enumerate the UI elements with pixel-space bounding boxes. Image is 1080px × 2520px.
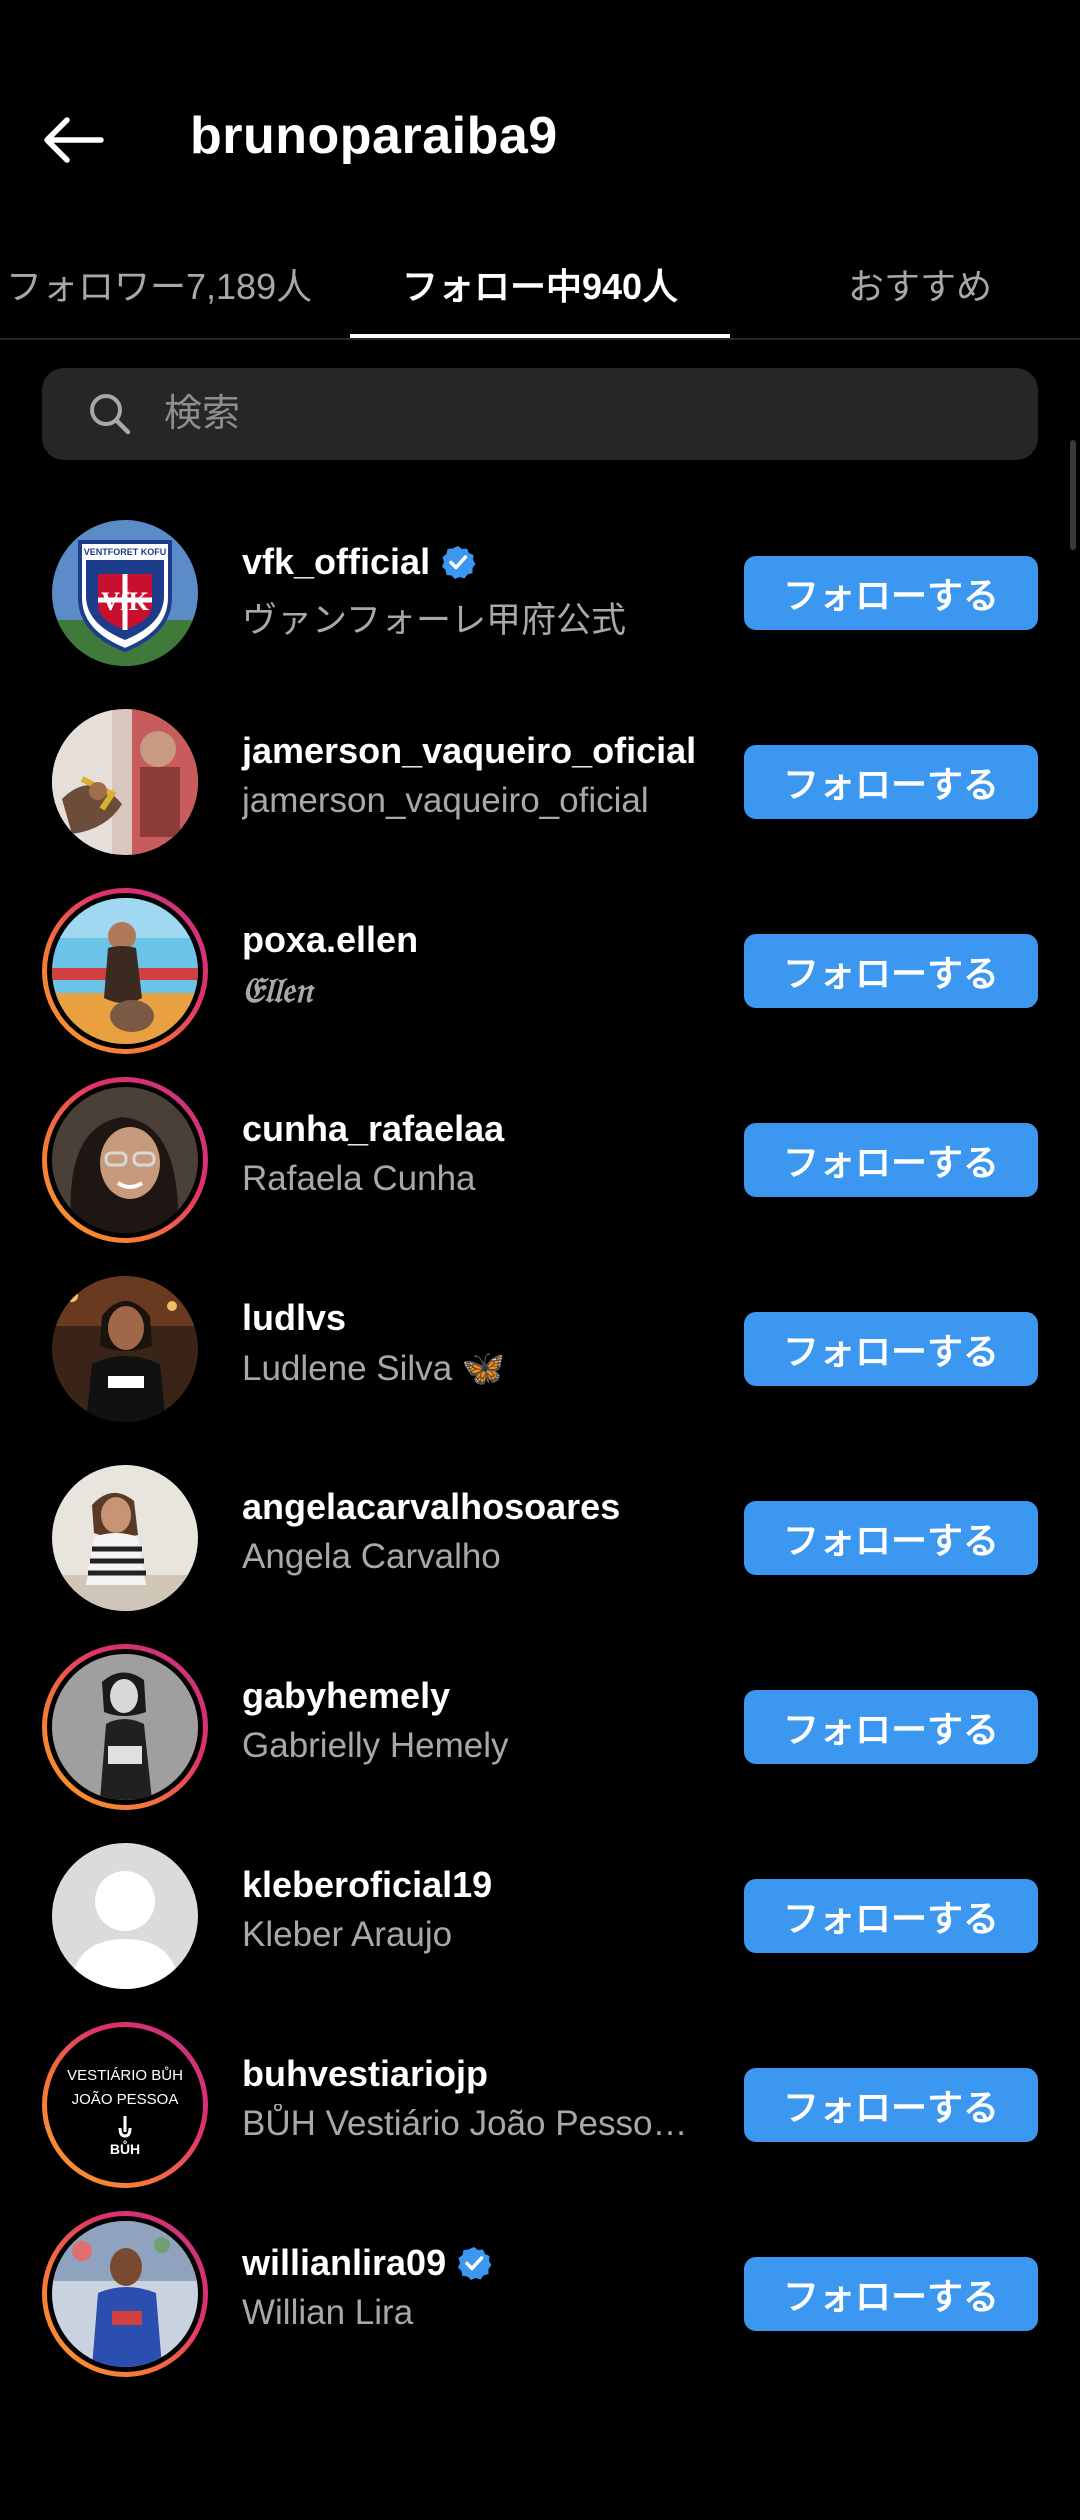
avatar[interactable] [42,1644,208,1810]
logo-line-1: VESTIÁRIO BŮH [67,2066,183,2084]
following-list: VENTFORET KOFU VfK vfk_official ヴァンフォーレ甲… [0,490,1080,2380]
list-item[interactable]: cunha_rafaelaa Rafaela Cunha フォローする [0,1057,1080,1246]
follow-button[interactable]: フォローする [744,1312,1038,1386]
avatar[interactable] [42,1833,208,1999]
full-name: jamerson_vaqueiro_oficial [242,781,649,820]
avatar[interactable] [42,1077,208,1243]
username[interactable]: cunha_rafaelaa [242,1108,504,1150]
full-name: Rafaela Cunha [242,1159,476,1198]
avatar[interactable] [42,888,208,1054]
avatar[interactable] [42,2211,208,2377]
story-ring [47,893,203,1049]
username[interactable]: jamerson_vaqueiro_oficial [242,730,696,772]
tab-bar: フォロワー7,189人 フォロー中940人 おすすめ [0,230,1080,338]
photo-avatar [52,1276,198,1422]
crest-monogram: VfK [101,587,149,616]
arrow-left-icon [44,117,104,163]
follow-button[interactable]: フォローする [744,2068,1038,2142]
list-item[interactable]: willianlira09 Willian Lira フォローする [0,2191,1080,2380]
avatar[interactable] [42,699,208,865]
tab-following[interactable]: フォロー中940人 [350,230,730,338]
story-ring [47,2216,203,2372]
full-name: Kleber Araujo [242,1915,453,1954]
club-crest-avatar: VENTFORET KOFU VfK [52,520,198,666]
search-input[interactable] [162,391,986,437]
username[interactable]: gabyhemely [242,1675,450,1717]
follow-button[interactable]: フォローする [744,1123,1038,1197]
username[interactable]: kleberoficial19 [242,1864,492,1906]
photo-avatar [52,1654,198,1800]
list-item[interactable]: jamerson_vaqueiro_oficial jamerson_vaque… [0,679,1080,868]
full-name: Ludlene Silva 🦋 [242,1349,506,1388]
follow-button[interactable]: フォローする [744,1879,1038,1953]
follow-button[interactable]: フォローする [744,1501,1038,1575]
list-item[interactable]: kleberoficial19 Kleber Araujo フォローする [0,1813,1080,2002]
username[interactable]: angelacarvalhosoares [242,1486,620,1528]
tabs-divider [0,338,1080,340]
username[interactable]: ludlvs [242,1297,346,1339]
story-ring [47,1082,203,1238]
username[interactable]: poxa.ellen [242,919,418,961]
logo-line-2: JOÃO PESSOA [72,2091,179,2108]
avatar[interactable] [42,1266,208,1432]
full-name: 𝔈𝔩𝔩𝔢𝔫 [242,970,313,1011]
logo-mark: BŮH [110,2139,140,2157]
avatar[interactable]: VESTIÁRIO BŮH JOÃO PESSOA BŮH [42,2022,208,2188]
default-avatar-icon [52,1843,198,1989]
list-item[interactable]: poxa.ellen 𝔈𝔩𝔩𝔢𝔫 フォローする [0,868,1080,1057]
tab-suggested[interactable]: おすすめ [760,230,1080,338]
username[interactable]: buhvestiariojp [242,2053,488,2095]
photo-avatar [52,1465,198,1611]
search-icon [82,386,138,442]
photo-avatar [52,709,198,855]
list-item[interactable]: gabyhemely Gabrielly Hemely フォローする [0,1624,1080,1813]
verified-badge-icon [456,2245,492,2281]
tab-followers[interactable]: フォロワー7,189人 [0,230,336,338]
avatar[interactable]: VENTFORET KOFU VfK [42,510,208,676]
follow-button[interactable]: フォローする [744,745,1038,819]
photo-avatar [52,898,198,1044]
list-item[interactable]: ludlvs Ludlene Silva 🦋 フォローする [0,1246,1080,1435]
logo-avatar: VESTIÁRIO BŮH JOÃO PESSOA BŮH [52,2032,198,2178]
full-name: Gabrielly Hemely [242,1726,509,1765]
username[interactable]: willianlira09 [242,2242,446,2284]
list-item[interactable]: VESTIÁRIO BŮH JOÃO PESSOA BŮH buhvestiar… [0,2002,1080,2191]
list-item[interactable]: angelacarvalhosoares Angela Carvalho フォロ… [0,1435,1080,1624]
username[interactable]: vfk_official [242,541,430,583]
story-ring: VESTIÁRIO BŮH JOÃO PESSOA BŮH [47,2027,203,2183]
app-header: brunoparaiba9 [0,0,1080,230]
verified-badge-icon [440,544,476,580]
follow-button[interactable]: フォローする [744,1690,1038,1764]
follow-button[interactable]: フォローする [744,556,1038,630]
follow-button[interactable]: フォローする [744,934,1038,1008]
list-item[interactable]: VENTFORET KOFU VfK vfk_official ヴァンフォーレ甲… [0,490,1080,679]
photo-avatar [52,1087,198,1233]
photo-avatar [52,2221,198,2367]
crest-text-top: VENTFORET KOFU [84,547,167,557]
avatar[interactable] [42,1455,208,1621]
story-ring [47,1649,203,1805]
follow-button[interactable]: フォローする [744,2257,1038,2331]
full-name: Willian Lira [242,2293,414,2332]
back-button[interactable] [34,105,114,175]
full-name: ヴァンフォーレ甲府公式 [242,601,626,640]
full-name: BŮH Vestiário João Pesso… [242,2104,688,2143]
full-name: Angela Carvalho [242,1537,501,1576]
search-bar[interactable] [42,368,1038,460]
page-title: brunoparaiba9 [190,107,558,165]
